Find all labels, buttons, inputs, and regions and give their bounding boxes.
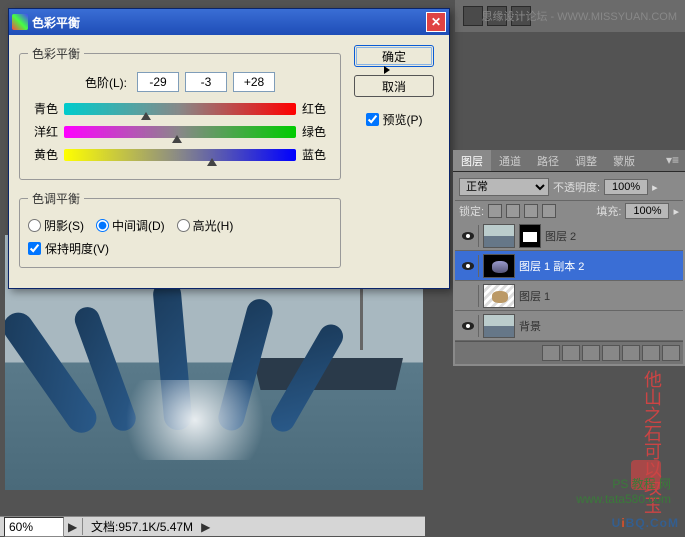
color-balance-dialog: 色彩平衡 ✕ 色彩平衡 色阶(L): 青色 红色 洋红 (8, 8, 450, 289)
close-icon[interactable]: ✕ (426, 12, 446, 32)
add-mask-icon[interactable] (582, 345, 600, 361)
visibility-eye-icon[interactable] (457, 315, 479, 337)
layer-list: 图层 2 图层 1 副本 2 图层 1 背景 (455, 221, 683, 341)
slider-yellow-blue[interactable] (64, 149, 296, 161)
layer-name: 图层 1 副本 2 (519, 258, 584, 274)
layer-thumbnail[interactable] (483, 314, 515, 338)
preview-checkbox[interactable]: 预览(P) (366, 111, 423, 128)
dialog-titlebar[interactable]: 色彩平衡 ✕ (9, 9, 449, 35)
label-blue: 蓝色 (302, 146, 332, 163)
group-icon[interactable] (622, 345, 640, 361)
layer-item[interactable]: 背景 (455, 311, 683, 341)
fx-icon[interactable] (562, 345, 580, 361)
lock-transparency-icon[interactable] (488, 204, 502, 218)
slider-cyan-red[interactable] (64, 103, 296, 115)
blend-mode-select[interactable]: 正常 (459, 178, 549, 196)
slider-magenta-green[interactable] (64, 126, 296, 138)
dialog-title: 色彩平衡 (32, 14, 426, 31)
group-legend: 色调平衡 (28, 190, 84, 207)
radio-highlights[interactable]: 高光(H) (177, 217, 234, 234)
layer-item[interactable]: 图层 1 (455, 281, 683, 311)
levels-label: 色阶(L): (85, 74, 127, 91)
radio-midtones[interactable]: 中间调(D) (96, 217, 165, 234)
layer-name: 图层 2 (545, 228, 576, 244)
color-balance-group: 色彩平衡 色阶(L): 青色 红色 洋红 绿色 (19, 45, 341, 180)
visibility-eye-icon[interactable] (457, 255, 479, 277)
fill-label: 填充: (596, 203, 621, 219)
layer-thumbnail[interactable] (483, 284, 515, 308)
layer-footer (455, 341, 683, 364)
panels-dock: 图层 通道 路径 调整 蒙版 ▾≡ 正常 不透明度: ▸ 锁定: 填充: ▸ (453, 150, 685, 366)
panel-menu-icon[interactable]: ▾≡ (660, 150, 685, 171)
visibility-eye-icon[interactable] (457, 285, 479, 307)
zoom-arrow-icon[interactable]: ▶ (68, 520, 82, 534)
opacity-label: 不透明度: (553, 179, 600, 195)
label-yellow: 黄色 (28, 146, 58, 163)
cancel-button[interactable]: 取消 (354, 75, 434, 97)
chevron-right-icon[interactable]: ▸ (652, 181, 658, 194)
doc-arrow-icon[interactable]: ▶ (201, 520, 215, 534)
doc-size: 文档:957.1K/5.47M (82, 518, 201, 535)
level-cyan-red[interactable] (137, 72, 179, 92)
opacity-input[interactable] (604, 179, 648, 195)
lock-position-icon[interactable] (524, 204, 538, 218)
layer-mask-thumbnail[interactable] (519, 224, 541, 248)
visibility-eye-icon[interactable] (457, 225, 479, 247)
label-green: 绿色 (302, 123, 332, 140)
lock-all-icon[interactable] (542, 204, 556, 218)
tone-balance-group: 色调平衡 阴影(S) 中间调(D) 高光(H) 保持明度(V) (19, 190, 341, 268)
layer-name: 图层 1 (519, 288, 550, 304)
link-layers-icon[interactable] (542, 345, 560, 361)
watermark-site: PS 教程 网 www.tata580.com (576, 475, 671, 506)
adjustment-layer-icon[interactable] (602, 345, 620, 361)
splash-graphic (105, 380, 285, 460)
layer-item[interactable]: 图层 1 副本 2 (455, 251, 683, 281)
group-legend: 色彩平衡 (28, 45, 84, 62)
tab-masks[interactable]: 蒙版 (605, 150, 643, 171)
layer-thumbnail[interactable] (483, 254, 515, 278)
ok-button[interactable]: 确定 (354, 45, 434, 67)
tool-opt[interactable] (463, 6, 483, 26)
tab-paths[interactable]: 路径 (529, 150, 567, 171)
label-cyan: 青色 (28, 100, 58, 117)
layer-thumbnail[interactable] (483, 224, 515, 248)
lock-label: 锁定: (459, 203, 484, 219)
panel-tabs: 图层 通道 路径 调整 蒙版 ▾≡ (453, 150, 685, 172)
lock-pixels-icon[interactable] (506, 204, 520, 218)
chevron-right-icon[interactable]: ▸ (673, 205, 679, 218)
radio-shadows[interactable]: 阴影(S) (28, 217, 84, 234)
status-bar: ▶ 文档:957.1K/5.47M ▶ (0, 516, 425, 536)
new-layer-icon[interactable] (642, 345, 660, 361)
zoom-input[interactable] (4, 517, 64, 537)
fill-input[interactable] (625, 203, 669, 219)
label-magenta: 洋红 (28, 123, 58, 140)
layer-item[interactable]: 图层 2 (455, 221, 683, 251)
preserve-luminosity-checkbox[interactable]: 保持明度(V) (28, 240, 332, 257)
tab-channels[interactable]: 通道 (491, 150, 529, 171)
watermark-top: 思缘设计论坛 - WWW.MISSYUAN.COM (481, 8, 677, 24)
label-red: 红色 (302, 100, 332, 117)
tab-layers[interactable]: 图层 (453, 150, 491, 171)
dialog-icon (12, 14, 28, 30)
level-yellow-blue[interactable] (233, 72, 275, 92)
trash-icon[interactable] (662, 345, 680, 361)
layer-name: 背景 (519, 318, 541, 334)
tab-adjustments[interactable]: 调整 (567, 150, 605, 171)
watermark-uibq: UiBQ.CoM (612, 514, 679, 532)
level-magenta-green[interactable] (185, 72, 227, 92)
